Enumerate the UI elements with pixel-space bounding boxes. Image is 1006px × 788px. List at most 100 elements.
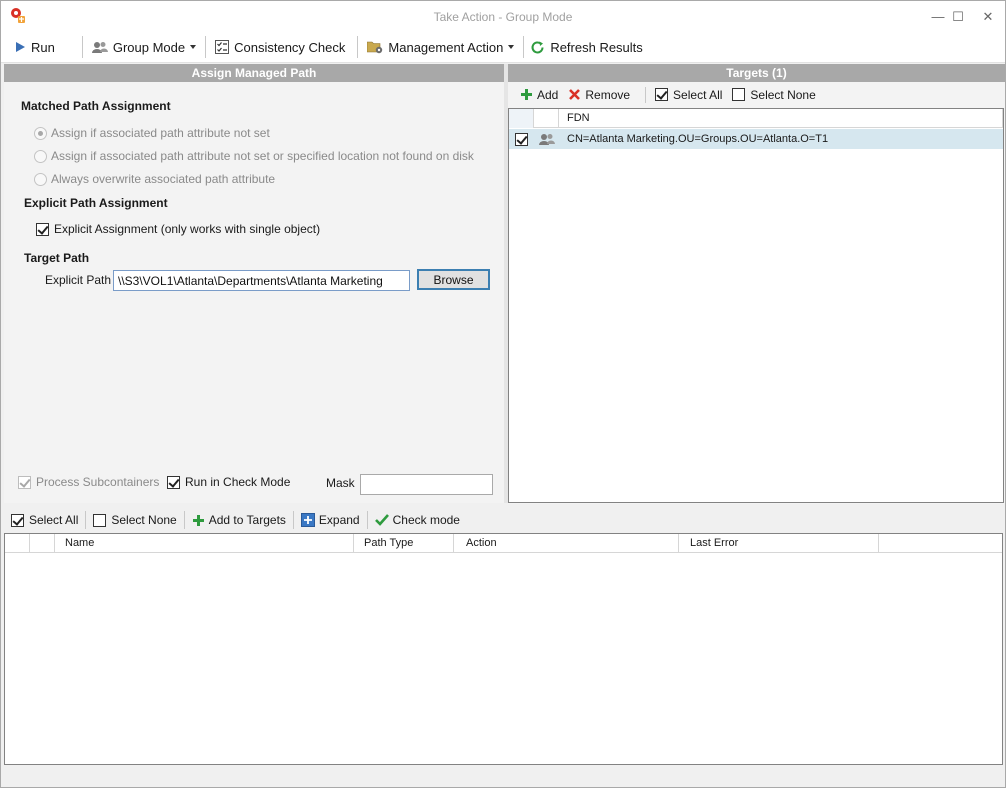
process-subcontainers-checkbox[interactable] <box>18 475 31 489</box>
column-header-check[interactable] <box>509 109 534 128</box>
radio-button[interactable] <box>34 149 47 163</box>
management-action-label: Management Action <box>388 39 504 55</box>
explicit-assignment-checkbox[interactable] <box>36 222 49 236</box>
add-target-button[interactable]: Add <box>515 88 563 102</box>
toolbar-separator <box>523 36 525 58</box>
maximize-icon: ☐ <box>952 8 964 24</box>
column-header-icon[interactable] <box>30 534 55 553</box>
toolbar-separator <box>81 36 83 58</box>
check-mode-label: Check mode <box>392 513 460 527</box>
checkmark-icon <box>374 514 389 526</box>
column-header-action[interactable]: Action <box>454 534 679 553</box>
row-checkbox[interactable] <box>515 132 528 146</box>
toolbar-separator <box>366 511 368 529</box>
group-mode-dropdown[interactable]: Group Mode <box>87 35 201 59</box>
consistency-check-label: Consistency Check <box>234 39 346 55</box>
matched-path-title: Matched Path Assignment <box>21 99 171 113</box>
run-in-check-mode-checkbox[interactable] <box>167 475 180 489</box>
mask-input[interactable] <box>360 474 493 495</box>
select-none-label: Select None <box>750 87 816 102</box>
run-label: Run <box>31 39 55 55</box>
radio-option-2[interactable]: Assign if associated path attribute not … <box>34 149 474 163</box>
status-bar <box>1 767 1005 787</box>
column-header-icon[interactable] <box>534 109 559 128</box>
results-select-all[interactable]: Select All <box>7 513 82 527</box>
explicit-assignment-label: Explicit Assignment (only works with sin… <box>54 222 321 236</box>
management-action-dropdown[interactable]: Management Action <box>362 35 519 59</box>
select-all-checkbox[interactable] <box>11 513 24 527</box>
explicit-assignment-checkbox-row[interactable]: Explicit Assignment (only works with sin… <box>36 222 320 236</box>
targets-header: Targets (1) <box>508 64 1005 82</box>
consistency-check-button[interactable]: Consistency Check <box>210 35 350 59</box>
select-none-label: Select None <box>111 513 177 527</box>
refresh-results-button[interactable]: Refresh Results <box>528 35 647 59</box>
target-path-title: Target Path <box>24 251 90 265</box>
toolbar-separator <box>357 36 359 58</box>
radio-button[interactable] <box>34 172 47 186</box>
chevron-down-icon <box>508 45 515 49</box>
column-header-name[interactable]: Name <box>55 534 354 553</box>
column-header-fdn[interactable]: FDN <box>559 109 1003 128</box>
results-select-none[interactable]: Select None <box>89 513 180 527</box>
run-in-check-mode-row[interactable]: Run in Check Mode <box>167 475 290 489</box>
toolbar-separator <box>645 86 647 103</box>
remove-label: Remove <box>585 87 631 102</box>
targets-toolbar: Add Remove Select All Select None <box>508 82 1005 107</box>
add-label: Add <box>537 87 559 102</box>
window-title: Take Action - Group Mode <box>433 10 573 24</box>
folder-gear-icon <box>367 40 383 54</box>
browse-button[interactable]: Browse <box>417 269 490 290</box>
targets-select-none[interactable]: Select None <box>727 88 820 102</box>
expand-label: Expand <box>318 513 360 527</box>
table-row[interactable]: CN=Atlanta Marketing.OU=Groups.OU=Atlant… <box>509 129 1003 149</box>
process-subcontainers-row[interactable]: Process Subcontainers <box>18 475 159 489</box>
run-in-check-mode-label: Run in Check Mode <box>185 475 291 489</box>
add-to-targets-button[interactable]: Add to Targets <box>188 513 290 527</box>
select-none-checkbox[interactable] <box>93 513 107 527</box>
plus-icon <box>520 88 533 101</box>
remove-target-button[interactable]: Remove <box>563 88 635 102</box>
radio-button[interactable] <box>34 126 47 140</box>
run-button[interactable]: Run <box>9 35 60 59</box>
targets-grid: FDN CN=Atlanta Marketing.OU=Groups.OU=At… <box>508 108 1004 503</box>
play-icon <box>14 41 26 53</box>
explicit-path-label: Explicit Path <box>45 273 112 287</box>
group-icon <box>534 133 559 146</box>
add-to-targets-label: Add to Targets <box>208 513 286 527</box>
checklist-icon <box>215 40 230 54</box>
toolbar-separator <box>205 36 207 58</box>
column-header-check[interactable] <box>5 534 30 553</box>
group-users-icon <box>91 41 108 54</box>
check-mode-button[interactable]: Check mode <box>371 513 464 527</box>
expand-button[interactable]: Expand <box>297 513 364 527</box>
panel-header: Assign Managed Path <box>4 64 504 82</box>
radio-label: Always overwrite associated path attribu… <box>51 172 276 186</box>
select-all-checkbox[interactable] <box>655 88 669 101</box>
results-grid: Name Path Type Action Last Error <box>4 533 1003 765</box>
targets-select-all[interactable]: Select All <box>650 88 727 102</box>
mask-label: Mask <box>326 476 355 490</box>
refresh-results-label: Refresh Results <box>550 39 643 55</box>
radio-label: Assign if associated path attribute not … <box>51 126 270 140</box>
radio-option-1[interactable]: Assign if associated path attribute not … <box>34 126 270 140</box>
select-all-label: Select All <box>29 513 79 527</box>
close-icon: ✕ <box>982 8 994 24</box>
refresh-icon <box>530 40 545 55</box>
select-none-checkbox[interactable] <box>732 88 746 101</box>
row-fdn: CN=Atlanta Marketing.OU=Groups.OU=Atlant… <box>567 133 829 145</box>
toolbar-separator <box>292 511 294 529</box>
radio-option-3[interactable]: Always overwrite associated path attribu… <box>34 172 275 186</box>
explicit-path-input[interactable] <box>113 270 410 291</box>
results-toolbar: Select All Select None Add to Targets Ex… <box>1 507 1005 533</box>
column-header-last-error[interactable]: Last Error <box>679 534 879 553</box>
toolbar-separator <box>183 511 185 529</box>
radio-label: Assign if associated path attribute not … <box>51 149 474 163</box>
column-header-path-type[interactable]: Path Type <box>354 534 454 553</box>
toolbar-separator <box>85 511 87 529</box>
close-button[interactable]: ✕ <box>971 1 1005 32</box>
maximize-button[interactable]: ☐ <box>941 1 975 32</box>
process-subcontainers-label: Process Subcontainers <box>36 475 160 489</box>
select-all-label: Select All <box>673 87 723 102</box>
main-toolbar: Run Group Mode Consistency Check Managem… <box>1 32 1005 63</box>
group-mode-label: Group Mode <box>112 39 186 55</box>
